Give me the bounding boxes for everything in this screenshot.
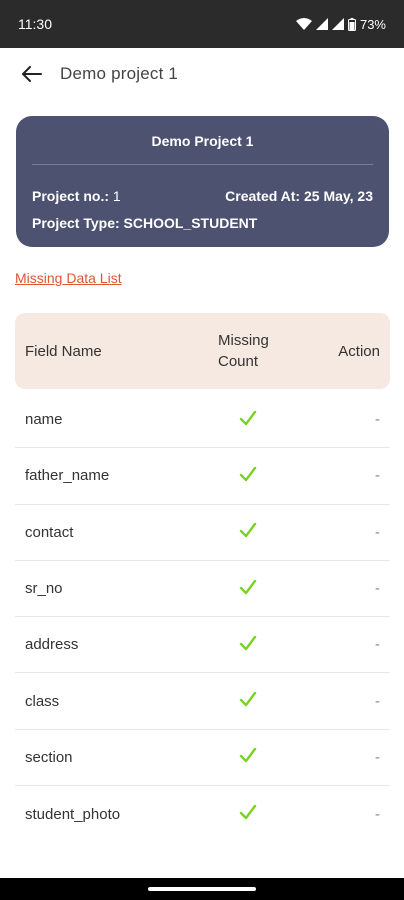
app-bar: Demo project 1 (0, 48, 404, 100)
project-type-row: Project Type: SCHOOL_STUDENT (32, 215, 373, 231)
page-title: Demo project 1 (60, 64, 179, 83)
back-arrow-icon[interactable] (20, 62, 44, 86)
check-icon (239, 522, 257, 542)
check-icon (239, 410, 257, 430)
battery-icon (347, 17, 356, 31)
field-name: address (25, 636, 79, 654)
field-name: contact (25, 523, 74, 541)
row-action[interactable]: - (375, 693, 380, 710)
check-icon (239, 635, 257, 655)
card-divider (32, 164, 373, 165)
created-at-label: Created At: (225, 188, 301, 204)
check-icon (239, 804, 257, 824)
table-row: address - (15, 617, 390, 674)
field-name: father_name (25, 467, 110, 485)
status-time: 11:30 (18, 16, 52, 32)
field-name: section (25, 748, 73, 766)
table-row: sr_no - (15, 561, 390, 618)
signal-icon-2 (331, 18, 344, 30)
project-type-label: Project Type: (32, 215, 120, 231)
field-name: name (25, 411, 63, 429)
project-info-row: Project no.: 1 Created At: 25 May, 23 (32, 188, 373, 204)
header-missing-count: Missing Count (218, 332, 269, 370)
table-body: name - father_name - contact - sr_no - a… (15, 392, 390, 842)
system-nav-bar (0, 878, 404, 900)
project-type-value: SCHOOL_STUDENT (123, 215, 258, 231)
project-type: Project Type: SCHOOL_STUDENT (32, 215, 257, 231)
status-icons: 73% (295, 16, 386, 32)
table-row: name - (15, 392, 390, 449)
row-action[interactable]: - (375, 467, 380, 484)
battery-level: 73% (359, 16, 386, 32)
project-no-value: 1 (112, 188, 121, 204)
check-icon (239, 747, 257, 767)
table-header: Field Name Missing Count Action (15, 313, 390, 389)
header-action: Action (338, 342, 380, 360)
field-name: class (25, 692, 60, 710)
row-action[interactable]: - (375, 524, 380, 541)
check-icon (239, 691, 257, 711)
project-card: Demo Project 1 Project no.: 1 Created At… (16, 116, 389, 247)
table-row: student_photo - (15, 786, 390, 842)
wifi-icon (295, 18, 312, 30)
header-field-name: Field Name (25, 342, 102, 360)
table-row: contact - (15, 505, 390, 561)
created-at: Created At: 25 May, 23 (225, 188, 373, 204)
project-title: Demo Project 1 (151, 133, 254, 149)
project-no-label: Project no.: (32, 188, 110, 204)
row-action[interactable]: - (375, 411, 380, 428)
field-name: student_photo (25, 805, 121, 823)
row-action[interactable]: - (375, 580, 380, 597)
table-row: father_name - (15, 448, 390, 505)
table-row: class - (15, 673, 390, 730)
project-no: Project no.: 1 (32, 188, 121, 204)
row-action[interactable]: - (375, 636, 380, 653)
field-name: sr_no (25, 580, 63, 598)
row-action[interactable]: - (375, 749, 380, 766)
row-action[interactable]: - (375, 806, 380, 823)
status-bar: 11:30 73% (0, 0, 404, 48)
missing-data-list-link[interactable]: Missing Data List (15, 270, 122, 286)
table-row: section - (15, 730, 390, 787)
check-icon (239, 579, 257, 599)
check-icon (239, 466, 257, 486)
signal-icon (315, 18, 328, 30)
created-at-value: 25 May, 23 (303, 188, 373, 204)
home-gesture-handle[interactable] (148, 887, 256, 891)
